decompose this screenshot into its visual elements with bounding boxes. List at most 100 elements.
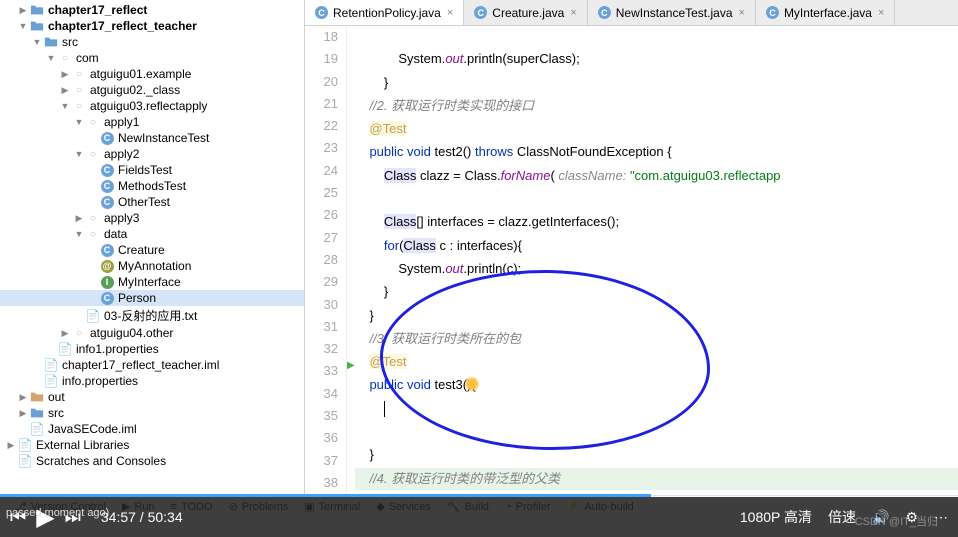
tree-label: atguigu02._class: [90, 83, 180, 97]
pkg-icon: ○: [58, 51, 72, 65]
tree-label: FieldsTest: [118, 163, 172, 177]
code-editor[interactable]: System.out.println(superClass); } //2. 获…: [347, 26, 958, 495]
pkg-icon: ○: [72, 67, 86, 81]
tree-item-person[interactable]: C Person: [0, 290, 304, 306]
tree-item-info-properties[interactable]: 📄 info.properties: [0, 373, 304, 389]
tree-label: MyAnnotation: [118, 259, 191, 273]
tab-myinterface[interactable]: CMyInterface.java×: [756, 0, 895, 25]
cls-icon: C: [100, 195, 114, 209]
tree-label: chapter17_reflect: [48, 3, 147, 17]
pkg-icon: ○: [72, 99, 86, 113]
tree-label: com: [76, 51, 99, 65]
run-gutter-icon[interactable]: ▶: [347, 360, 355, 371]
tree-item-apply3[interactable]: ▶○apply3: [0, 210, 304, 226]
tree-item-chapter17-reflect-teacher-iml[interactable]: 📄 chapter17_reflect_teacher.iml: [0, 357, 304, 373]
tree-item-src[interactable]: ▶src: [0, 405, 304, 421]
tree-item-newinstancetest[interactable]: C NewInstanceTest: [0, 130, 304, 146]
close-icon[interactable]: ×: [739, 7, 745, 19]
watermark: CSDN @IT_当归: [855, 513, 938, 529]
tree-label: chapter17_reflect_teacher: [48, 19, 197, 33]
folder-o-icon: [30, 390, 44, 404]
tree-item-myinterface[interactable]: I MyInterface: [0, 274, 304, 290]
tree-label: info.properties: [62, 374, 138, 388]
src-icon: [30, 406, 44, 420]
tree-item-othertest[interactable]: C OtherTest: [0, 194, 304, 210]
tree-label: Scratches and Consoles: [36, 454, 166, 468]
txt-icon: 📄: [86, 309, 100, 323]
cls-icon: C: [100, 131, 114, 145]
tree-item-atguigu03-reflectapply[interactable]: ▼○atguigu03.reflectapply: [0, 98, 304, 114]
pkg-icon: ○: [86, 211, 100, 225]
cls-icon: C: [100, 179, 114, 193]
tab-newinstancetest[interactable]: CNewInstanceTest.java×: [588, 0, 756, 25]
tree-label: External Libraries: [36, 438, 129, 452]
close-icon[interactable]: ×: [447, 7, 453, 19]
close-icon[interactable]: ×: [570, 7, 576, 19]
tree-label: atguigu04.other: [90, 326, 173, 340]
tree-label: JavaSECode.iml: [48, 422, 137, 436]
tree-item-info1-properties[interactable]: 📄info1.properties: [0, 341, 304, 357]
tree-label: MethodsTest: [118, 179, 186, 193]
tree-item-fieldstest[interactable]: C FieldsTest: [0, 162, 304, 178]
tree-item-atguigu02--class[interactable]: ▶○atguigu02._class: [0, 82, 304, 98]
tree-item-atguigu04-other[interactable]: ▶○atguigu04.other: [0, 325, 304, 341]
status-text: passed moment ago): [6, 507, 109, 519]
folder-icon: [30, 3, 44, 17]
video-time: 34:57 / 50:34: [101, 509, 183, 525]
pkg-icon: ○: [86, 147, 100, 161]
editor-tabs: CRetentionPolicy.java×CCreature.java×CNe…: [305, 0, 958, 26]
quality-label[interactable]: 1080P 高清: [740, 507, 812, 527]
tree-label: MyInterface: [118, 275, 181, 289]
tree-item-myannotation[interactable]: @MyAnnotation: [0, 258, 304, 274]
tree-label: NewInstanceTest: [118, 131, 209, 145]
tree-label: chapter17_reflect_teacher.iml: [62, 358, 219, 372]
tree-item-javasecode-iml[interactable]: 📄 JavaSECode.iml: [0, 421, 304, 437]
iface-icon: I: [100, 275, 114, 289]
tab-creature[interactable]: CCreature.java×: [464, 0, 587, 25]
tree-item-apply2[interactable]: ▼○apply2: [0, 146, 304, 162]
props-icon: 📄: [58, 342, 72, 356]
tree-item-03-------txt[interactable]: 📄 03-反射的应用.txt: [0, 306, 304, 325]
tree-label: OtherTest: [118, 195, 170, 209]
iml-icon: 📄: [30, 422, 44, 436]
tree-item-out[interactable]: ▶out: [0, 389, 304, 405]
cls-icon: C: [100, 163, 114, 177]
pkg-icon: ○: [86, 115, 100, 129]
tree-item-creature[interactable]: CCreature: [0, 242, 304, 258]
props-icon: 📄: [44, 374, 58, 388]
tree-label: 03-反射的应用.txt: [104, 307, 197, 324]
pkg-icon: ○: [86, 227, 100, 241]
src-icon: [44, 35, 58, 49]
tree-label: atguigu01.example: [90, 67, 191, 81]
cls-icon: C: [100, 243, 114, 257]
pkg-icon: ○: [72, 83, 86, 97]
tree-label: src: [62, 35, 78, 49]
scratch-icon: 📄: [18, 454, 32, 468]
tree-item-methodstest[interactable]: C MethodsTest: [0, 178, 304, 194]
tree-item-external-libraries[interactable]: ▶📄External Libraries: [0, 437, 304, 453]
tree-label: apply1: [104, 115, 139, 129]
tree-item-data[interactable]: ▼○data: [0, 226, 304, 242]
lib-icon: 📄: [18, 438, 32, 452]
tree-label: apply2: [104, 147, 139, 161]
tree-label: atguigu03.reflectapply: [90, 99, 207, 113]
tree-label: apply3: [104, 211, 139, 225]
tree-item-apply1[interactable]: ▼○apply1: [0, 114, 304, 130]
tree-item-com[interactable]: ▼○com: [0, 50, 304, 66]
tree-item-src[interactable]: ▼src: [0, 34, 304, 50]
text-cursor: [384, 401, 385, 417]
tree-label: Person: [118, 291, 156, 305]
tree-item-scratches-and-consoles[interactable]: 📄 Scratches and Consoles: [0, 453, 304, 469]
video-controls[interactable]: ⏮ ▶ ⏭ 34:57 / 50:34 1080P 高清 倍速 🔊 ⚙ ⋯ CS…: [0, 497, 958, 537]
project-tree[interactable]: ▶chapter17_reflect▼chapter17_reflect_tea…: [0, 0, 305, 495]
folder-icon: [30, 19, 44, 33]
speed-label[interactable]: 倍速: [828, 507, 856, 527]
tree-item-atguigu01-example[interactable]: ▶○atguigu01.example: [0, 66, 304, 82]
tree-label: data: [104, 227, 127, 241]
iml-icon: 📄: [44, 358, 58, 372]
cls-icon: C: [100, 291, 114, 305]
tree-item-chapter17-reflect-teacher[interactable]: ▼chapter17_reflect_teacher: [0, 18, 304, 34]
tree-item-chapter17-reflect[interactable]: ▶chapter17_reflect: [0, 2, 304, 18]
tab-retentionpolicy[interactable]: CRetentionPolicy.java×: [305, 0, 464, 25]
close-icon[interactable]: ×: [878, 7, 884, 19]
